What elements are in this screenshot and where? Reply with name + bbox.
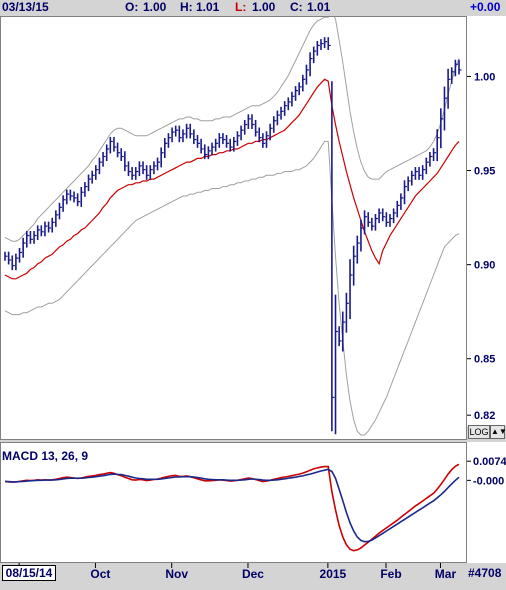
macd-axis-labels: 0.0074 -0.000 bbox=[467, 456, 506, 487]
quote-header: 03/13/15 O: 1.00 H: 1.01 L: 1.00 C: 1.01… bbox=[0, 0, 506, 15]
x-axis-label: Mar bbox=[435, 567, 457, 581]
price-axis-label: 1.00 bbox=[474, 71, 495, 83]
price-axis-label: 0.82 bbox=[474, 410, 495, 422]
price-axis-label: 0.95 bbox=[474, 166, 495, 178]
x-axis-label: Oct bbox=[90, 567, 110, 581]
open-label: O: bbox=[125, 0, 139, 14]
low-label: L: bbox=[235, 0, 247, 14]
macd-axis-label: -0.000 bbox=[473, 475, 504, 487]
signal-line bbox=[4, 468, 460, 543]
x-axis-labels: SepOctNovDec2015FebMar bbox=[13, 563, 457, 581]
x-axis-label: Nov bbox=[165, 567, 188, 581]
scroll-arrows-button[interactable]: ▲▼ bbox=[490, 425, 506, 439]
x-axis-label: 2015 bbox=[320, 567, 347, 581]
price-axis-label: 0.90 bbox=[474, 260, 495, 272]
macd-title: MACD 13, 26, 9 bbox=[2, 449, 89, 463]
x-axis-bar: SepOctNovDec2015FebMar bbox=[0, 563, 506, 585]
high-value: 1.01 bbox=[196, 0, 220, 14]
price-axis: 1.00 0.95 0.90 0.85 0.82 bbox=[467, 16, 506, 426]
moving-average-line bbox=[4, 78, 460, 280]
x-axis-label: Dec bbox=[242, 567, 264, 581]
log-scale-button[interactable]: LOG bbox=[468, 425, 490, 439]
open-value: 1.00 bbox=[143, 0, 167, 14]
start-date-field[interactable]: 08/15/14 bbox=[2, 565, 56, 581]
high-label: H: bbox=[180, 0, 193, 14]
price-panel[interactable] bbox=[0, 16, 467, 440]
macd-axis: 0.0074 -0.000 bbox=[467, 442, 506, 563]
lower-band-line bbox=[4, 140, 460, 436]
macd-line bbox=[4, 463, 460, 552]
price-axis-labels: 1.00 0.95 0.90 0.85 0.82 bbox=[467, 71, 495, 422]
x-axis-label: Feb bbox=[380, 567, 401, 581]
date-label: 03/13/15 bbox=[2, 0, 49, 14]
close-value: 1.01 bbox=[307, 0, 331, 14]
low-value: 1.00 bbox=[252, 0, 276, 14]
macd-axis-label: 0.0074 bbox=[473, 456, 506, 468]
price-axis-label: 0.85 bbox=[474, 354, 495, 366]
close-label: C: bbox=[290, 0, 303, 14]
upper-band-line bbox=[4, 17, 460, 242]
price-chart bbox=[4, 17, 462, 436]
change-value: +0.00 bbox=[470, 0, 501, 14]
bar-count-label: #4708 bbox=[468, 566, 502, 580]
